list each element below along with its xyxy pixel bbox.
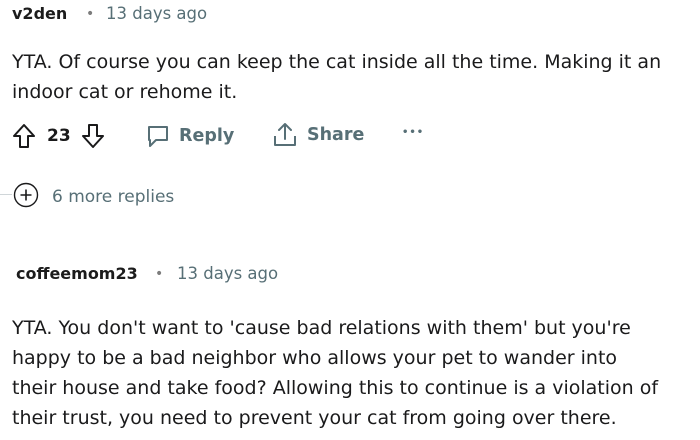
- comment-body-line: happy to be a bad neighbor who allows yo…: [12, 347, 618, 369]
- comment-body-line: YTA. You don't want to 'cause bad relati…: [12, 317, 631, 339]
- share-icon: [271, 121, 299, 149]
- separator-dot: •: [86, 6, 95, 22]
- comment-body-line: their house and take food? Allowing this…: [12, 377, 659, 399]
- comment-body-line: YTA. Of course you can keep the cat insi…: [12, 51, 662, 73]
- plus-circle-icon: [13, 182, 39, 212]
- overflow-menu-icon[interactable]: •••: [402, 127, 424, 138]
- comment-username[interactable]: coffeemom23: [16, 264, 138, 283]
- comment-body: YTA. You don't want to 'cause bad relati…: [12, 313, 698, 433]
- comment-body-line: their trust, you need to prevent your ca…: [12, 407, 617, 429]
- vote-bar: 23: [12, 122, 105, 150]
- comment-body: YTA. Of course you can keep the cat insi…: [12, 47, 692, 107]
- more-replies-button[interactable]: 6 more replies: [13, 182, 174, 212]
- separator-dot: •: [155, 266, 164, 282]
- reply-label: Reply: [179, 126, 235, 146]
- more-replies-label: 6 more replies: [52, 187, 175, 207]
- comment-bubble-icon: [145, 123, 171, 149]
- thread-line: [0, 194, 12, 195]
- comment-timestamp[interactable]: 13 days ago: [106, 4, 207, 23]
- comment-timestamp[interactable]: 13 days ago: [177, 264, 278, 283]
- reply-button[interactable]: Reply: [145, 122, 234, 150]
- vote-count: 23: [47, 126, 71, 146]
- comment-body-line: indoor cat or rehome it.: [12, 81, 238, 103]
- share-button[interactable]: Share: [271, 121, 364, 149]
- comment-username[interactable]: v2den: [12, 4, 67, 23]
- share-label: Share: [307, 125, 365, 145]
- upvote-icon[interactable]: [12, 123, 36, 149]
- downvote-icon[interactable]: [81, 123, 105, 149]
